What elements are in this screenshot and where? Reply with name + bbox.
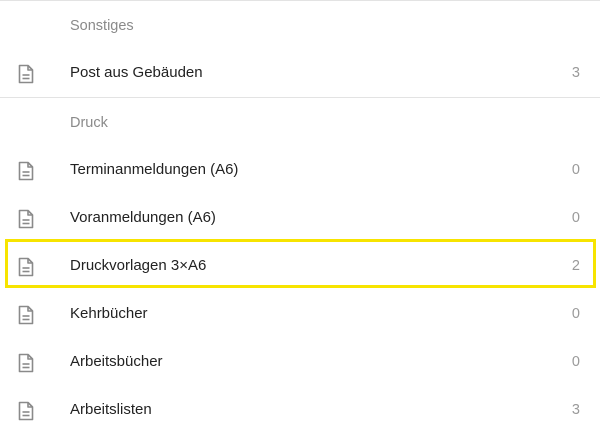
list-item-count: 3 <box>571 402 580 418</box>
document-icon <box>18 64 34 84</box>
document-icon <box>18 305 34 325</box>
list-item-post-aus-gebaeuden[interactable]: Post aus Gebäuden 3 <box>0 51 600 95</box>
list-item-arbeitsbuecher[interactable]: Arbeitsbücher 0 <box>0 340 600 384</box>
section-divider <box>0 97 600 98</box>
list-item-terminanmeldungen[interactable]: Terminanmeldungen (A6) 0 <box>0 148 600 192</box>
document-list-panel: Sonstiges Post aus Gebäuden 3 Druck Term… <box>0 0 600 435</box>
list-item-count: 0 <box>571 354 580 370</box>
selection-highlight <box>5 239 596 288</box>
list-item-voranmeldungen[interactable]: Voranmeldungen (A6) 0 <box>0 196 600 240</box>
list-item-label: Terminanmeldungen (A6) <box>70 161 239 178</box>
top-divider <box>0 0 600 1</box>
list-item-kehrbuecher[interactable]: Kehrbücher 0 <box>0 292 600 336</box>
list-item-arbeitslisten[interactable]: Arbeitslisten 3 <box>0 388 600 432</box>
list-item-count: 0 <box>571 210 580 226</box>
list-item-label: Voranmeldungen (A6) <box>70 209 216 226</box>
document-icon <box>18 209 34 229</box>
document-icon <box>18 353 34 373</box>
section-header-druck: Druck <box>70 115 108 131</box>
list-item-label: Post aus Gebäuden <box>70 64 203 81</box>
document-icon <box>18 401 34 421</box>
list-item-label: Arbeitslisten <box>70 401 152 418</box>
list-item-count: 3 <box>571 65 580 81</box>
list-item-label: Kehrbücher <box>70 305 148 322</box>
document-icon <box>18 161 34 181</box>
section-header-sonstiges: Sonstiges <box>70 18 134 34</box>
list-item-label: Arbeitsbücher <box>70 353 163 370</box>
list-item-count: 0 <box>571 162 580 178</box>
list-item-count: 0 <box>571 306 580 322</box>
